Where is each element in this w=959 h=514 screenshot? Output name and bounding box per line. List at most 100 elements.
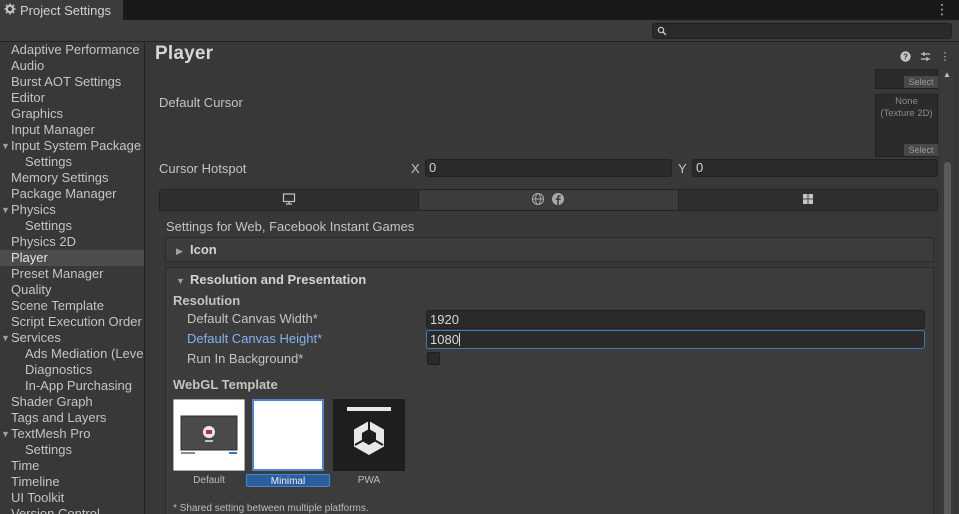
svg-text:?: ?: [903, 52, 908, 61]
sidebar-item-label: Physics: [11, 202, 56, 217]
template-default-label: Default: [193, 475, 225, 486]
sidebar-item-label: Tags and Layers: [11, 410, 107, 425]
gear-icon: [4, 3, 16, 18]
sidebar-item[interactable]: Shader Graph: [0, 394, 144, 410]
sidebar-item[interactable]: Burst AOT Settings: [0, 74, 144, 90]
sidebar-item[interactable]: Physics 2D: [0, 234, 144, 250]
sidebar-item[interactable]: Settings: [0, 442, 144, 458]
cursor-hotspot-label: Cursor Hotspot: [159, 161, 247, 176]
resolution-header: Resolution: [173, 293, 241, 308]
chevron-down-icon[interactable]: ▼: [1, 426, 10, 442]
template-minimal-thumbnail[interactable]: [252, 399, 324, 471]
sidebar-item[interactable]: Adaptive Performance: [0, 42, 144, 58]
tab-web[interactable]: [419, 190, 679, 210]
sidebar-item[interactable]: Timeline: [0, 474, 144, 490]
preset-icon[interactable]: [919, 50, 931, 62]
template-pwa-thumbnail[interactable]: [333, 399, 405, 471]
hotspot-y-field[interactable]: 0: [692, 159, 938, 177]
texture-select-button[interactable]: Select: [904, 76, 938, 88]
sidebar-item[interactable]: Player: [0, 250, 144, 266]
sidebar-item-label: Settings: [25, 154, 72, 169]
run-in-background-label: Run In Background*: [187, 351, 304, 366]
default-cursor-select-button[interactable]: Select: [904, 144, 938, 156]
title-bar: Project Settings ⋮: [0, 0, 959, 20]
canvas-width-field[interactable]: 1920: [426, 310, 925, 329]
sidebar-item[interactable]: Version Control: [0, 506, 144, 514]
sidebar-item[interactable]: ▼ Services: [0, 330, 144, 346]
sidebar-item[interactable]: Audio: [0, 58, 144, 74]
chevron-right-icon: ▶: [176, 246, 183, 256]
canvas-height-value: 1080: [430, 332, 459, 347]
sidebar-item-label: Timeline: [11, 474, 60, 489]
sidebar-item[interactable]: Preset Manager: [0, 266, 144, 282]
sidebar-item[interactable]: Scene Template: [0, 298, 144, 314]
chevron-down-icon[interactable]: ▼: [1, 138, 10, 154]
resolution-foldout-label: Resolution and Presentation: [190, 272, 367, 287]
sidebar-item[interactable]: Settings: [0, 154, 144, 170]
sidebar-item[interactable]: Quality: [0, 282, 144, 298]
tab-windows[interactable]: [678, 190, 937, 210]
search-toolbar: [0, 20, 959, 42]
kebab-menu-icon[interactable]: ⋮: [939, 50, 951, 63]
texture-slot-type: (Texture 2D): [880, 108, 933, 119]
hotspot-x-field[interactable]: 0: [425, 159, 672, 177]
sidebar-item-label: UI Toolkit: [11, 490, 65, 505]
sidebar-item[interactable]: Time: [0, 458, 144, 474]
sidebar-item-label: Script Execution Order: [11, 314, 142, 329]
sidebar-item-label: Time: [11, 458, 40, 473]
sidebar-item-label: Scene Template: [11, 298, 104, 313]
canvas-height-field[interactable]: 1080: [426, 330, 925, 349]
default-cursor-label: Default Cursor: [159, 95, 243, 110]
platform-tabs: [159, 189, 938, 211]
sidebar-item[interactable]: Input Manager: [0, 122, 144, 138]
windows-icon: [801, 192, 815, 209]
chevron-down-icon[interactable]: ▼: [1, 330, 10, 346]
sidebar-item[interactable]: Package Manager: [0, 186, 144, 202]
scrollbar-thumb[interactable]: [944, 162, 951, 514]
sidebar-item[interactable]: Memory Settings: [0, 170, 144, 186]
sidebar-item[interactable]: ▼ Physics: [0, 202, 144, 218]
sidebar-item-label: Graphics: [11, 106, 64, 121]
text-caret: [458, 333, 460, 346]
hotspot-x-label: X: [411, 161, 420, 176]
window-tab[interactable]: Project Settings: [0, 0, 123, 20]
chevron-down-icon[interactable]: ▼: [1, 202, 10, 218]
sidebar-item-label: Memory Settings: [11, 170, 109, 185]
settings-for-label: Settings for Web, Facebook Instant Games: [166, 219, 415, 234]
sidebar-item[interactable]: Diagnostics: [0, 362, 144, 378]
sidebar-item-label: Player: [11, 250, 48, 265]
sidebar-item-label: Input Manager: [11, 122, 95, 137]
sidebar-item-label: Settings: [25, 442, 72, 457]
sidebar-item[interactable]: ▼ TextMesh Pro: [0, 426, 144, 442]
sidebar-item[interactable]: Script Execution Order: [0, 314, 144, 330]
icon-foldout[interactable]: ▶ Icon: [165, 237, 934, 262]
sidebar-item-label: Settings: [25, 218, 72, 233]
sidebar-item[interactable]: Settings: [0, 218, 144, 234]
sidebar-item[interactable]: Editor: [0, 90, 144, 106]
sidebar-item-label: Input System Package: [11, 138, 142, 153]
sidebar-item-label: TextMesh Pro: [11, 426, 91, 441]
globe-icon: [531, 192, 545, 209]
vertical-scrollbar[interactable]: ▲: [941, 70, 953, 514]
sidebar-item[interactable]: Tags and Layers: [0, 410, 144, 426]
tab-standalone[interactable]: [160, 190, 420, 210]
template-default-thumbnail[interactable]: [172, 398, 246, 472]
sidebar-item-label: Package Manager: [11, 186, 117, 201]
webgl-template-header: WebGL Template: [173, 377, 278, 392]
resolution-foldout-header[interactable]: ▼ Resolution and Presentation: [166, 268, 933, 292]
sidebar-item-label: Quality: [11, 282, 52, 297]
sidebar-item[interactable]: Ads Mediation (Level: [0, 346, 144, 362]
help-icon[interactable]: ?: [899, 50, 911, 62]
run-in-background-checkbox[interactable]: [427, 352, 440, 365]
sidebar-item[interactable]: UI Toolkit: [0, 490, 144, 506]
hotspot-y-label: Y: [678, 161, 687, 176]
kebab-menu-icon[interactable]: ⋮: [935, 2, 949, 16]
sidebar-item[interactable]: ▼ Input System Package: [0, 138, 144, 154]
search-input[interactable]: [652, 23, 952, 39]
shared-setting-footnote: * Shared setting between multiple platfo…: [173, 503, 369, 514]
sidebar-item[interactable]: Graphics: [0, 106, 144, 122]
scroll-up-arrow-icon[interactable]: ▲: [943, 70, 951, 79]
sidebar-item[interactable]: In-App Purchasing: [0, 378, 144, 394]
canvas-width-label: Default Canvas Width*: [187, 311, 318, 326]
template-pwa-label: PWA: [357, 475, 381, 486]
